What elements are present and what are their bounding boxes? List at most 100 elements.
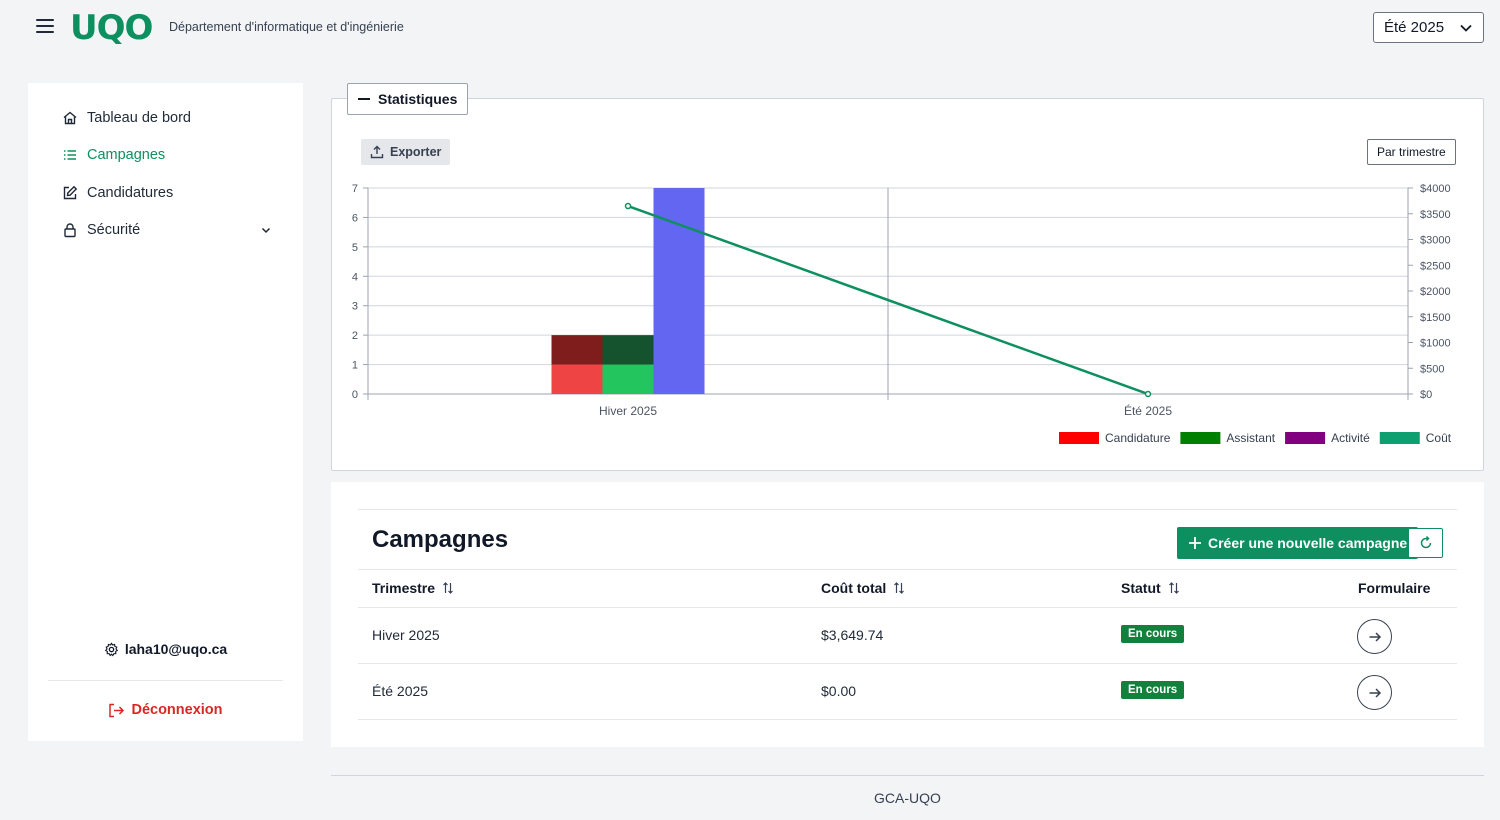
bar [602,364,654,394]
edit-icon [63,185,78,200]
lock-icon [64,223,76,238]
legend-label: Assistant [1226,431,1275,445]
list-icon [64,150,76,160]
sort-icon [894,582,905,594]
legend-swatch [1059,432,1099,444]
legend-swatch [1180,432,1221,444]
y-tick-label: 3 [352,301,358,313]
column-label: Coût total [821,580,887,596]
sidebar: Tableau de bord Campagnes Candidatures S… [28,83,303,741]
refresh-icon [1420,535,1431,549]
y-tick-label: 2 [352,330,358,342]
y2-tick-label: $3500 [1420,209,1451,221]
column-header-cout[interactable]: Coût total [821,580,906,596]
x-tick-label: Hiver 2025 [599,404,657,418]
home-icon [63,111,77,125]
logo: UQO [70,8,153,48]
table-row: Hiver 2025 $3,649.74 En cours [358,608,1457,664]
y-tick-label: 6 [352,212,358,224]
logout-icon [109,703,125,717]
gear-icon [104,641,118,656]
status-badge: En cours [1121,681,1185,699]
sidebar-item-label: Campagnes [87,147,166,163]
y2-tick-label: $0 [1420,389,1432,401]
column-header-trimestre[interactable]: Trimestre [372,580,455,596]
y2-tick-label: $500 [1420,363,1444,375]
refresh-button[interactable] [1408,528,1443,558]
footer-divider [331,775,1484,776]
sidebar-item-campaigns[interactable]: Campagnes [62,147,272,163]
table-header: Trimestre Coût total Statut Formulaire [358,569,1457,608]
chevron-down-icon [1460,24,1472,32]
legend-swatch [1285,432,1326,444]
open-form-button[interactable] [1357,675,1392,710]
sidebar-item-dashboard[interactable]: Tableau de bord [62,110,272,126]
legend-label: Activité [1331,431,1370,445]
export-label: Exporter [390,145,442,159]
term-select-value: Été 2025 [1384,19,1445,36]
logout-label: Déconnexion [131,702,223,718]
arrow-right-icon [1369,687,1381,698]
column-header-formulaire: Formulaire [1358,580,1430,596]
department-title: Département d'informatique et d'ingénier… [169,20,404,34]
minus-icon [358,98,370,100]
y-tick-label: 1 [352,360,358,372]
sidebar-item-security[interactable]: Sécurité [62,222,272,238]
column-header-statut[interactable]: Statut [1121,580,1181,596]
status-badge: En cours [1121,625,1185,643]
cost-point [1144,390,1152,398]
y2-tick-label: $4000 [1420,183,1451,195]
statistics-chart: 0 1 2 3 4 5 6 7 $0 $500 $1000 $1500 $2000 $2500 $3000 $… [352,183,1452,445]
cell-cout: $3,649.74 [821,627,884,643]
user-email: laha10@uqo.ca [124,641,228,657]
arrow-right-icon [1369,631,1381,642]
sidebar-item-label: Sécurité [87,222,141,238]
cell-trimestre: Hiver 2025 [372,627,440,643]
create-campaign-button[interactable]: Créer une nouvelle campagne [1177,527,1419,559]
chevron-down-icon[interactable] [260,224,272,236]
open-form-button[interactable] [1357,619,1392,654]
footer-text: GCA-UQO [874,790,941,806]
plus-icon [1189,537,1201,549]
x-tick-label: Été 2025 [1124,403,1172,418]
bar [602,335,654,365]
term-select[interactable]: Été 2025 [1373,12,1484,43]
export-button[interactable]: Exporter [361,139,451,165]
statistics-collapse-toggle[interactable]: Statistiques [347,83,469,115]
period-toggle-button[interactable]: Par trimestre [1367,139,1456,165]
legend-swatch [1379,432,1420,444]
legend-label: Candidature [1105,431,1171,445]
y-tick-label: 4 [352,271,358,283]
sidebar-divider [48,680,283,681]
bar [551,364,603,394]
cell-trimestre: Été 2025 [372,683,429,699]
cell-cout: $0.00 [821,683,857,699]
sidebar-item-label: Candidatures [87,185,174,201]
sidebar-item-label: Tableau de bord [87,110,191,126]
campaigns-title: Campagnes [372,526,509,553]
column-label: Formulaire [1358,580,1431,596]
sort-icon [443,582,453,594]
y-tick-label: 7 [352,183,358,195]
y2-tick-label: $1500 [1420,312,1451,324]
y-tick-label: 0 [352,389,358,401]
logout-button[interactable]: Déconnexion [28,702,303,718]
column-label: Statut [1121,580,1161,596]
campaigns-panel: Campagnes Créer une nouvelle campagne Tr… [331,482,1484,747]
y2-tick-label: $2000 [1420,286,1451,298]
y2-tick-label: $1000 [1420,338,1451,350]
sort-icon [1168,582,1179,594]
cost-point [624,202,632,210]
campaigns-section: Campagnes Créer une nouvelle campagne Tr… [358,509,1457,720]
upload-icon [370,145,384,159]
table-row: Été 2025 $0.00 En cours [358,664,1457,720]
menu-icon[interactable] [36,19,54,35]
y2-tick-label: $3000 [1420,235,1451,247]
column-label: Trimestre [372,580,436,596]
user-account[interactable]: laha10@uqo.ca [28,641,303,657]
legend-label: Coût [1426,431,1452,445]
bar [551,335,603,365]
statistics-title: Statistiques [378,91,458,107]
create-campaign-label: Créer une nouvelle campagne [1208,535,1408,551]
sidebar-item-applications[interactable]: Candidatures [62,185,272,201]
